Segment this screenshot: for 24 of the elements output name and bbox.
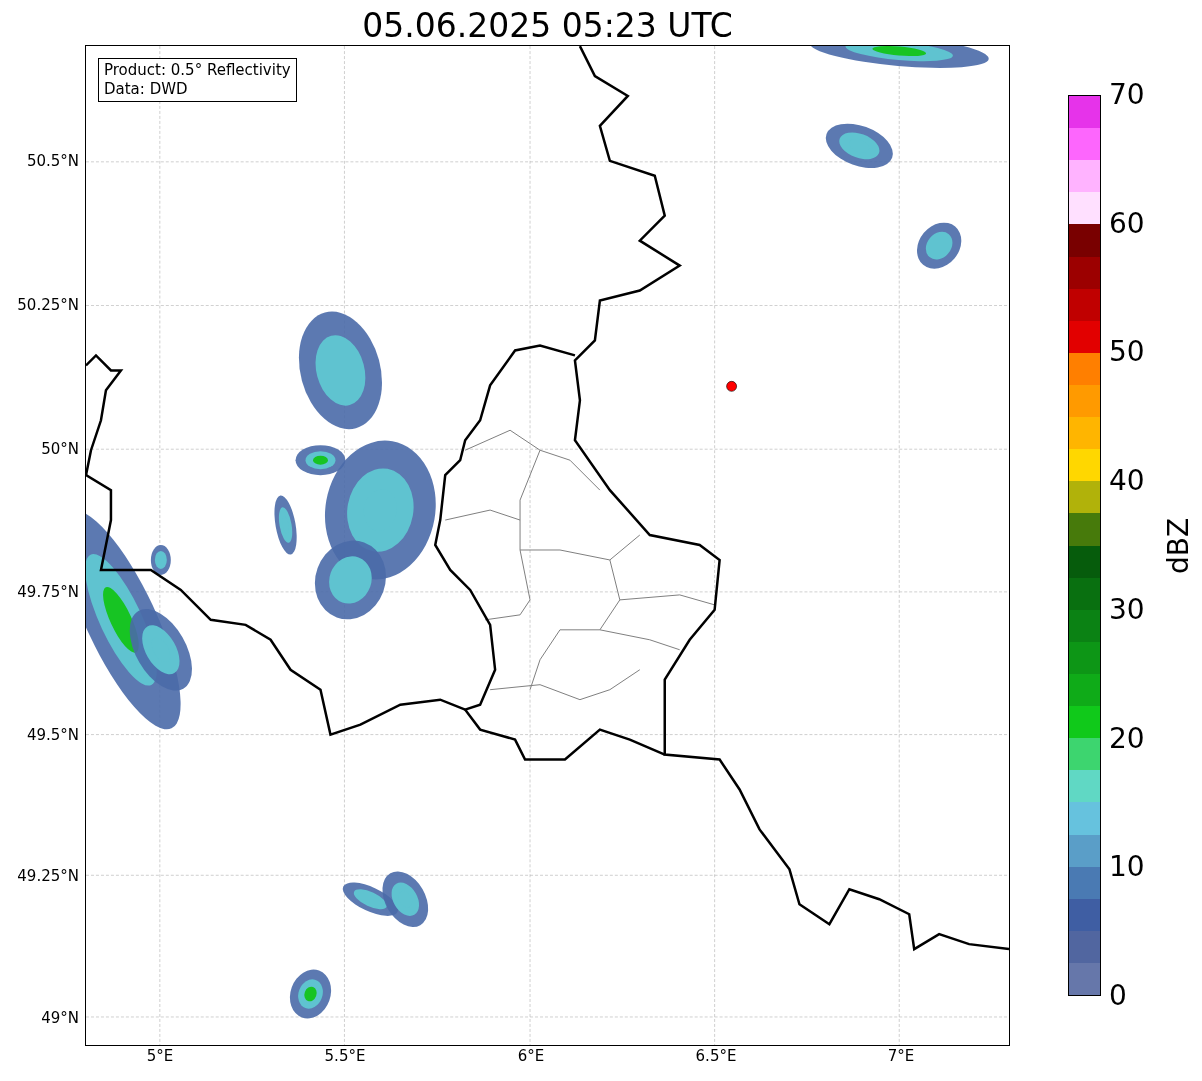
colorbar-tick-label: 40 — [1109, 467, 1145, 496]
latitude-label: 49°N — [41, 1011, 79, 1026]
colorbar-tick-label: 60 — [1109, 209, 1145, 238]
colorbar-tick-label: 10 — [1109, 853, 1145, 882]
latitude-label: 49.25°N — [17, 869, 79, 884]
colorbar-label: dBZ — [1165, 517, 1194, 574]
latitude-label: 49.75°N — [17, 585, 79, 600]
colorbar-tick-label: 30 — [1109, 595, 1145, 624]
longitude-label: 7°E — [887, 1049, 915, 1064]
colorbar-tick-label: 70 — [1109, 81, 1145, 109]
longitude-label: 5°E — [146, 1049, 174, 1064]
colorbar-tick-label: 20 — [1109, 724, 1145, 753]
colorbar-tick-label: 0 — [1109, 982, 1127, 1010]
chart-title: 05.06.2025 05:23 UTC — [362, 9, 733, 45]
latitude-label: 50.5°N — [26, 154, 79, 169]
info-text: Data: DWD — [104, 80, 189, 99]
longitude-label: 6.5°E — [695, 1049, 737, 1064]
colorbar-tick-label: 50 — [1109, 338, 1145, 367]
latitude-label: 50.25°N — [17, 298, 79, 313]
longitude-label: 6°E — [517, 1049, 545, 1064]
info-text: Product: 0.5° Reflectivity — [104, 61, 291, 80]
latitude-label: 49.5°N — [26, 728, 79, 743]
longitude-label: 5.5°E — [324, 1049, 366, 1064]
latitude-label: 50°N — [41, 442, 79, 457]
